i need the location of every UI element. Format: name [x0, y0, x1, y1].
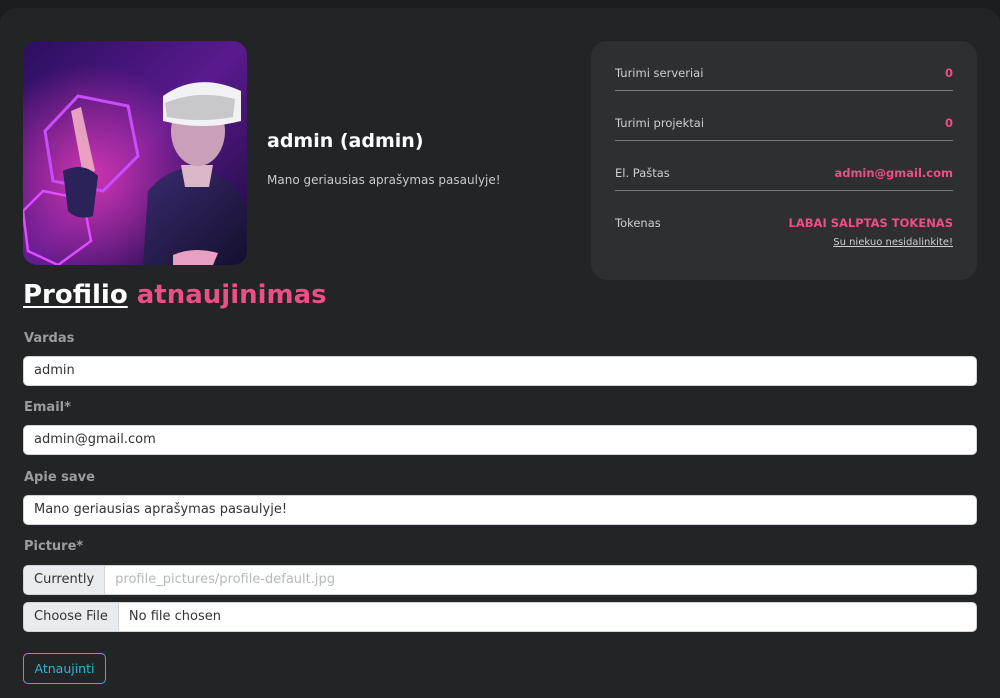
token-wrap: LABAI SALPTAS TOKENAS Su niekuo nesidali…: [789, 216, 953, 248]
profile-card: admin (admin) Mano geriausias aprašymas …: [0, 8, 1000, 698]
currently-addon: Currently: [24, 566, 106, 594]
about-input[interactable]: Mano geriausias aprašymas pasaulyje!: [23, 495, 977, 525]
stat-value: 0: [944, 116, 953, 130]
email-label: Email*: [24, 400, 71, 415]
email-input[interactable]: admin@gmail.com: [23, 425, 977, 455]
current-picture-field: Currently profile_pictures/profile-defau…: [23, 565, 977, 595]
stat-row-token: Tokenas LABAI SALPTAS TOKENAS Su niekuo …: [615, 191, 953, 248]
name-label: Vardas: [24, 331, 75, 346]
current-picture-path: profile_pictures/profile-default.jpg: [115, 572, 336, 587]
stat-label: Turimi serveriai: [615, 66, 704, 80]
picture-label: Picture*: [24, 539, 84, 554]
account-stats-panel: Turimi serveriai 0 Turimi projektai 0 El…: [591, 41, 977, 280]
file-status: No file chosen: [128, 609, 221, 624]
stat-value: admin@gmail.com: [834, 166, 953, 180]
update-button[interactable]: Atnaujinti: [23, 653, 106, 684]
token-warning-note: Su niekuo nesidalinkite!: [833, 237, 953, 248]
name-input[interactable]: admin: [23, 356, 977, 386]
user-bio: Mano geriausias aprašymas pasaulyje!: [267, 173, 501, 187]
vr-user-image: [23, 41, 247, 265]
token-value: LABAI SALPTAS TOKENAS: [788, 216, 953, 230]
profile-picture: [23, 41, 247, 265]
choose-file-button[interactable]: Choose File: [24, 603, 119, 631]
stat-label: El. Paštas: [615, 166, 670, 180]
section-title-part1: Profilio: [23, 280, 128, 310]
section-title: Profilio atnaujinimas: [23, 280, 327, 310]
stat-label: Turimi projektai: [615, 116, 705, 130]
user-display-name: admin (admin): [267, 130, 424, 152]
section-title-part2: atnaujinimas: [136, 280, 327, 310]
stat-row-projects: Turimi projektai 0: [615, 91, 953, 141]
stat-label: Tokenas: [615, 216, 661, 230]
stat-value: 0: [944, 66, 953, 80]
file-input[interactable]: Choose File No file chosen: [23, 602, 977, 632]
stat-row-email: El. Paštas admin@gmail.com: [615, 141, 953, 191]
stat-row-servers: Turimi serveriai 0: [615, 41, 953, 91]
about-label: Apie save: [24, 470, 95, 485]
